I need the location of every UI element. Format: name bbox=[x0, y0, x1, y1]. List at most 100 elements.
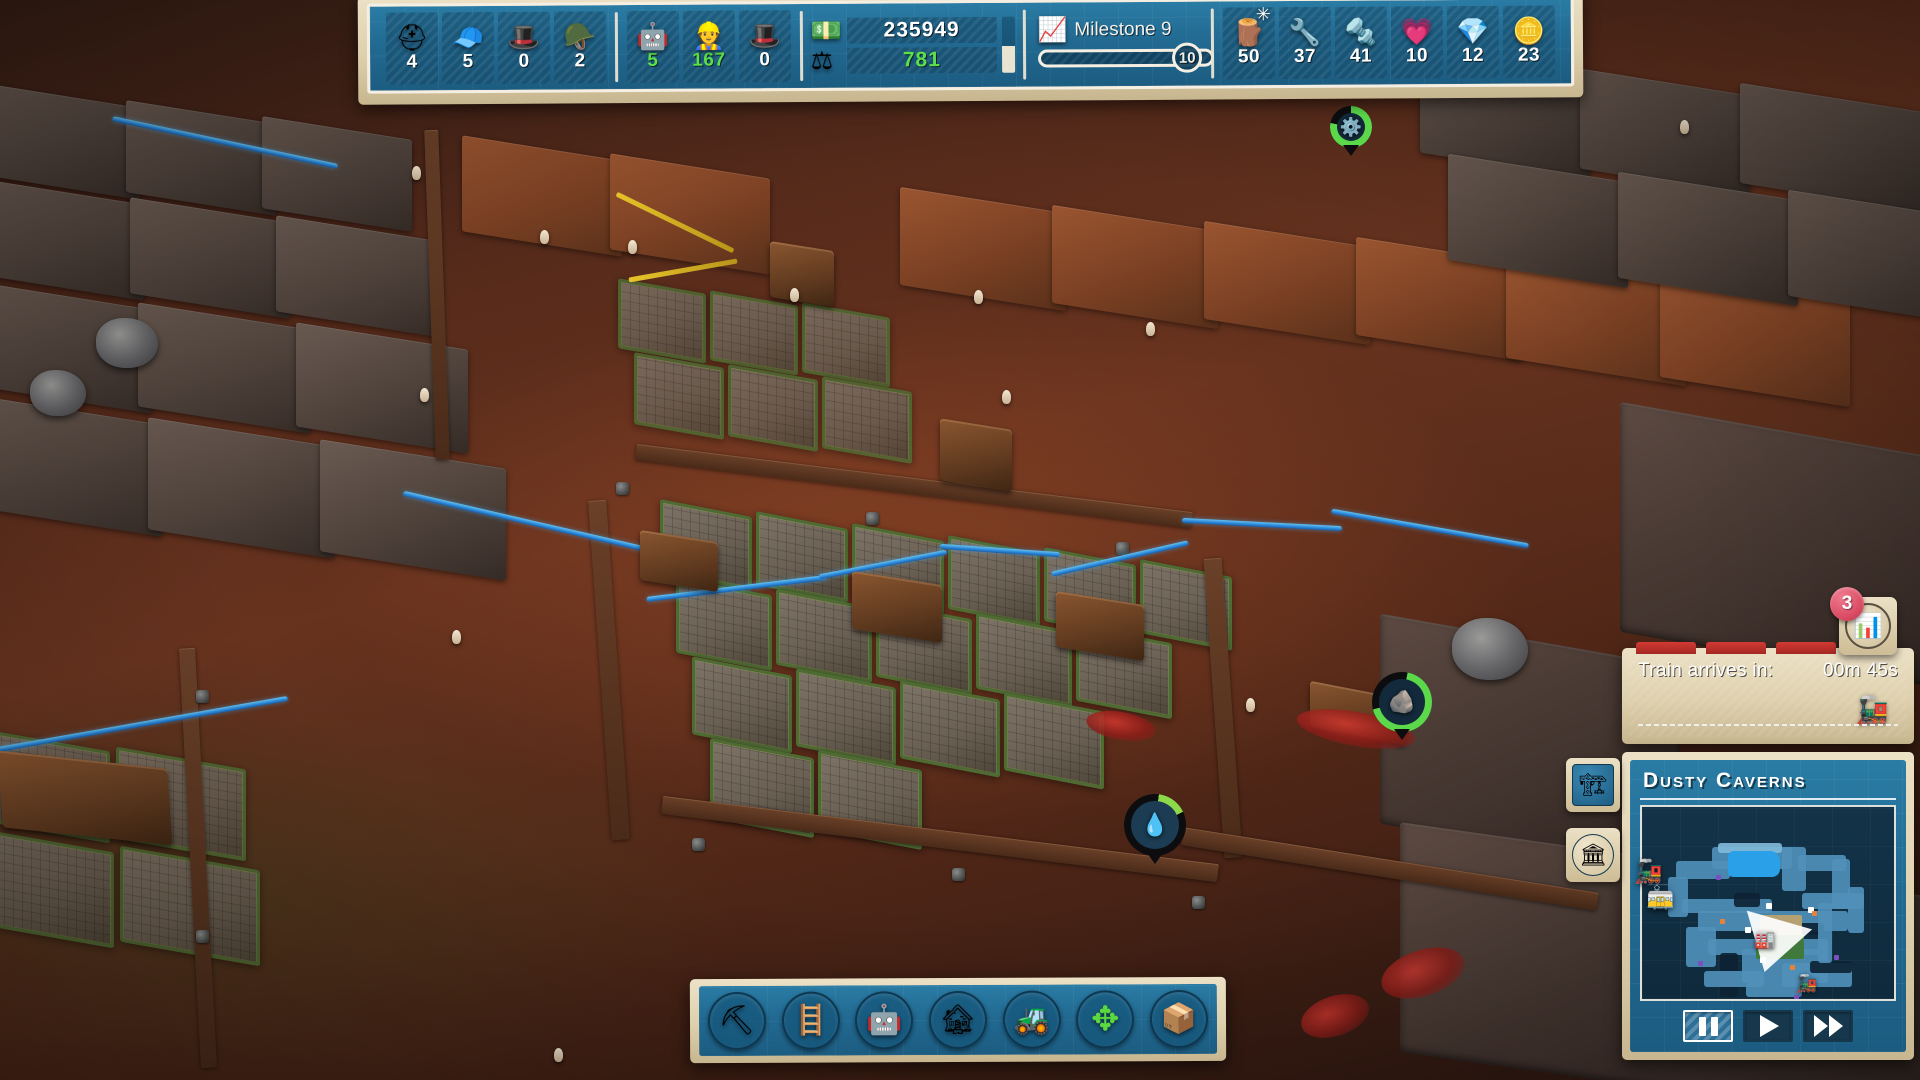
play-button[interactable] bbox=[1743, 1010, 1793, 1042]
worker-unit[interactable] bbox=[540, 230, 549, 244]
money-value-stack: 235949 781 bbox=[846, 16, 997, 74]
money-icon-stack: 💵 ⚖ bbox=[810, 17, 841, 75]
side-tab-depot[interactable]: 🏛 bbox=[1566, 828, 1620, 882]
floor-tile[interactable] bbox=[692, 656, 792, 754]
train-track-line bbox=[1638, 724, 1898, 726]
terrain-dirt bbox=[1052, 204, 1218, 330]
floor-tile[interactable] bbox=[756, 511, 848, 603]
build-vehicle-button[interactable]: 🚜 bbox=[1002, 990, 1061, 1049]
floor-tile[interactable] bbox=[618, 278, 706, 364]
milestone-header: 📈 Milestone 9 bbox=[1037, 16, 1199, 43]
workbench[interactable] bbox=[770, 240, 834, 308]
hud-resource-cell-gold[interactable]: 🪙 23 bbox=[1502, 5, 1556, 78]
map-entity-pin[interactable]: 🚋 bbox=[1646, 886, 1675, 909]
fast-forward-button[interactable] bbox=[1803, 1010, 1853, 1042]
dwarf-worker-icon: 👷 bbox=[692, 20, 726, 51]
floor-tile[interactable] bbox=[822, 376, 912, 464]
train-timer-panel[interactable]: Train arrives in: 00m 45s 🚂 bbox=[1622, 642, 1914, 744]
terrain-stone bbox=[130, 197, 290, 319]
ruby-count: 12 bbox=[1461, 44, 1485, 66]
map-water-body bbox=[1728, 851, 1780, 877]
crate-box-icon: 📦 bbox=[1160, 1002, 1198, 1035]
workbench[interactable] bbox=[940, 418, 1012, 492]
hud-resource-cell-steel[interactable]: 🔩 41 bbox=[1334, 6, 1388, 79]
hud-hat-cell[interactable]: ⛑ 4 bbox=[385, 12, 439, 85]
hud-resource-cell-tools[interactable]: 🔧 37 bbox=[1278, 6, 1332, 80]
train-illustration: 🚂 bbox=[1855, 695, 1889, 725]
hud-hat-cell[interactable]: 🎩 0 bbox=[497, 11, 551, 84]
worker-unit[interactable] bbox=[1246, 698, 1255, 712]
support-beam bbox=[1203, 557, 1243, 859]
pause-button[interactable] bbox=[1683, 1010, 1733, 1042]
worker-unit[interactable] bbox=[554, 1048, 563, 1062]
worker-unit[interactable] bbox=[420, 388, 429, 402]
hud-worker-cell[interactable]: 🎩 0 bbox=[738, 10, 792, 83]
balance-row: 781 bbox=[846, 46, 997, 74]
gear-production-indicator[interactable]: ⚙️ bbox=[1330, 106, 1372, 156]
worker-unit[interactable] bbox=[1146, 322, 1155, 336]
terrain-stone bbox=[126, 100, 276, 216]
map-resource-marker bbox=[1812, 911, 1817, 916]
hud-worker-cell[interactable]: 👷 167 bbox=[682, 10, 736, 83]
hud-resource-cell-ruby[interactable]: 💎 12 bbox=[1446, 5, 1500, 79]
support-beam-icon: 🪜 bbox=[792, 1004, 829, 1037]
inventory-button[interactable]: 📦 bbox=[1149, 989, 1209, 1049]
water-production-indicator[interactable]: 💧 bbox=[1124, 794, 1186, 864]
worker-unit[interactable] bbox=[452, 630, 461, 644]
floor-tile[interactable] bbox=[634, 352, 724, 440]
terrain-stone bbox=[138, 302, 310, 434]
worker-unit[interactable] bbox=[412, 166, 421, 180]
build-toolbar: ⛏ 🪜 🤖 🏚 🚜 ✥ 📦 bbox=[689, 976, 1227, 1064]
hud-resource-cell-wood[interactable]: ✳ 🪵 50 bbox=[1222, 4, 1276, 80]
map-region bbox=[1848, 887, 1864, 933]
worker-unit[interactable] bbox=[974, 290, 983, 304]
rock-pile[interactable] bbox=[96, 318, 158, 368]
vehicle-icon: 🚜 bbox=[1013, 1003, 1050, 1036]
worker-unit[interactable] bbox=[1680, 120, 1689, 134]
terrain-dirt bbox=[900, 186, 1066, 312]
build-support-button[interactable]: 🪜 bbox=[781, 991, 840, 1050]
beam-bolt bbox=[196, 930, 209, 943]
worker-unit[interactable] bbox=[628, 240, 637, 254]
hud-hat-cell[interactable]: 🪖 2 bbox=[553, 11, 607, 84]
rock-pile[interactable] bbox=[1452, 618, 1528, 680]
worker-unit[interactable] bbox=[790, 288, 799, 302]
train-panel-frame: Train arrives in: 00m 45s 🚂 bbox=[1622, 648, 1914, 744]
cash-value: 235949 bbox=[883, 18, 960, 42]
map-resource-marker bbox=[1720, 919, 1725, 924]
build-worker-button[interactable]: 🤖 bbox=[855, 991, 914, 1050]
worker-unit[interactable] bbox=[1002, 390, 1011, 404]
floor-tile[interactable] bbox=[796, 668, 896, 766]
minimap-canvas[interactable]: 🏭 🚂 bbox=[1640, 805, 1896, 1001]
top-hat-worker-icon: 🎩 bbox=[748, 19, 782, 50]
floor-tile[interactable] bbox=[802, 302, 890, 388]
build-storage-button[interactable]: 🏚 bbox=[928, 990, 988, 1050]
gold-icon: 🪙 bbox=[1512, 14, 1546, 46]
side-tab-workshop[interactable]: 🏗 bbox=[1566, 758, 1620, 812]
blue-cap-count: 5 bbox=[462, 50, 474, 72]
terrain-stone bbox=[276, 215, 436, 337]
terrain-stone bbox=[0, 179, 144, 301]
floor-tile[interactable] bbox=[1004, 692, 1104, 790]
ore-vein bbox=[1295, 986, 1375, 1046]
floor-tile[interactable] bbox=[728, 364, 818, 452]
tools-icon: 🔧 bbox=[1288, 16, 1322, 47]
beam-bolt bbox=[1192, 896, 1205, 909]
red-hat-count: 0 bbox=[518, 50, 530, 72]
rock-pile[interactable] bbox=[30, 370, 86, 416]
hud-resource-cell-crystal[interactable]: 💗 10 bbox=[1390, 6, 1444, 79]
build-mine-button[interactable]: ⛏ bbox=[707, 991, 767, 1051]
ore-production-indicator[interactable]: 🪨 bbox=[1372, 672, 1432, 740]
floor-tile[interactable] bbox=[710, 290, 798, 376]
map-entity-pin[interactable]: 🚂 bbox=[1634, 860, 1663, 883]
floor-tile[interactable] bbox=[0, 827, 114, 949]
hud-hat-cell[interactable]: 🧢 5 bbox=[441, 11, 495, 85]
move-tool-button[interactable]: ✥ bbox=[1076, 990, 1135, 1049]
blue-cap-icon: 🧢 bbox=[451, 21, 485, 52]
milestone-group[interactable]: 📈 Milestone 9 10 bbox=[1025, 8, 1214, 81]
hud-workers-group: 🤖 5 👷 167 🎩 0 bbox=[618, 10, 800, 84]
tools-count: 37 bbox=[1293, 45, 1317, 67]
top-hud-bar: ⛑ 4 🧢 5 🎩 0 🪖 2 🤖 5 👷 167 🎩 0 💵 ⚖ 235949… bbox=[357, 0, 1584, 105]
floor-tile[interactable] bbox=[900, 680, 1000, 778]
hud-worker-cell[interactable]: 🤖 5 bbox=[626, 10, 680, 84]
